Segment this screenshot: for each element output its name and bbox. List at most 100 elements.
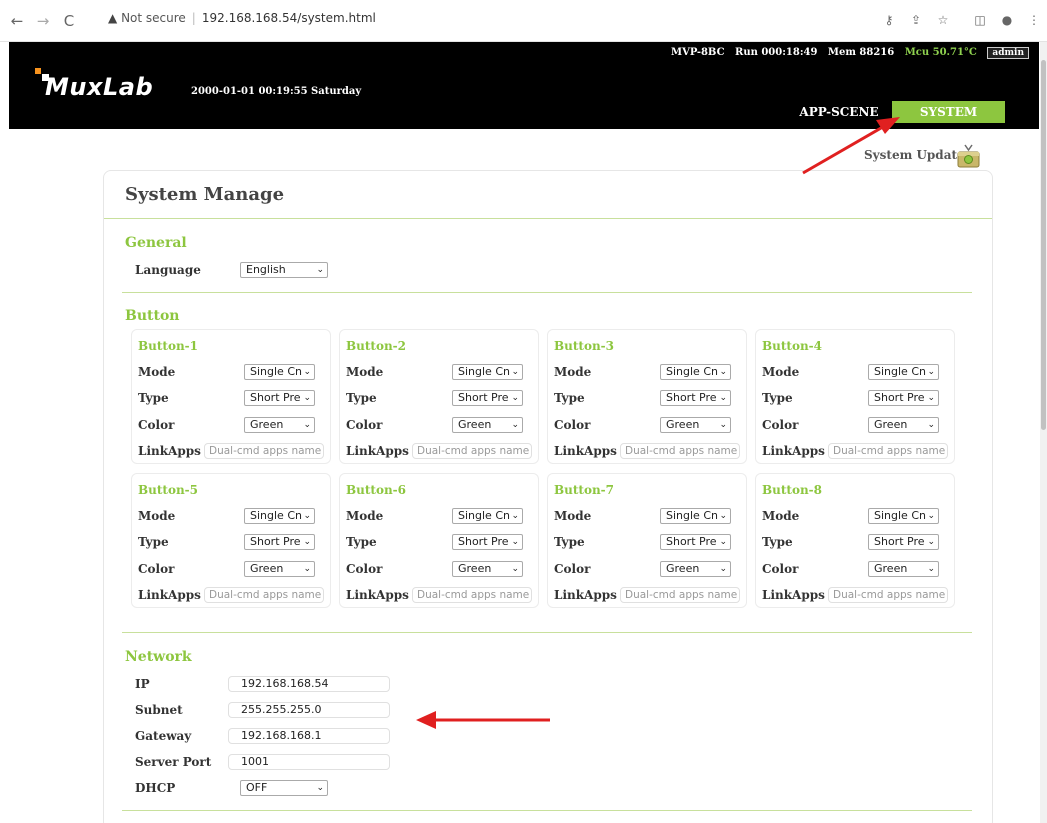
type-select[interactable]: Short Pre ⌄ xyxy=(244,534,315,550)
color-select[interactable]: Green ⌄ xyxy=(452,561,523,577)
mode-value: Single Cn xyxy=(250,509,302,522)
color-select[interactable]: Green ⌄ xyxy=(868,417,939,433)
address-bar[interactable]: ▲ Not secure | 192.168.168.54/system.html xyxy=(108,11,376,25)
language-label: Language xyxy=(135,263,201,277)
color-select[interactable]: Green ⌄ xyxy=(244,417,315,433)
page-title: System Manage xyxy=(125,184,285,205)
mode-select[interactable]: Single Cn ⌄ xyxy=(244,508,315,524)
linkapps-input[interactable]: Dual-cmd apps name xyxy=(828,587,948,603)
linkapps-input[interactable]: Dual-cmd apps name xyxy=(828,443,948,459)
muxlab-logo: MuxLab xyxy=(35,68,185,108)
network-divider xyxy=(122,810,972,811)
mode-select[interactable]: Single Cn ⌄ xyxy=(868,508,939,524)
menu-app-scene[interactable]: APP-SCENE xyxy=(789,101,889,123)
chevron-down-icon: ⌄ xyxy=(316,783,324,793)
language-select[interactable]: English ⌄ xyxy=(240,262,328,278)
linkapps-input[interactable]: Dual-cmd apps name xyxy=(204,443,324,459)
bookmark-star-icon[interactable]: ☆ xyxy=(935,13,951,27)
profile-icon[interactable]: ● xyxy=(999,13,1015,27)
chevron-down-icon: ⌄ xyxy=(927,367,935,377)
color-label: Color xyxy=(762,562,799,576)
app-header: MVP-8BC Run 000:18:49 Mem 88216 Mcu 50.7… xyxy=(9,42,1039,129)
type-value: Short Pre xyxy=(874,535,925,548)
type-select[interactable]: Short Pre ⌄ xyxy=(868,390,939,406)
menu-system[interactable]: SYSTEM xyxy=(892,101,1005,123)
user-badge[interactable]: admin xyxy=(987,47,1029,59)
subnet-input[interactable]: 255.255.255.0 xyxy=(228,702,390,718)
mode-select[interactable]: Single Cn ⌄ xyxy=(452,508,523,524)
scrollbar-thumb[interactable] xyxy=(1041,60,1046,430)
mode-value: Single Cn xyxy=(666,365,718,378)
server-port-label: Server Port xyxy=(135,755,212,769)
linkapps-input[interactable]: Dual-cmd apps name xyxy=(620,443,740,459)
type-select[interactable]: Short Pre ⌄ xyxy=(244,390,315,406)
button-card-title: Button-8 xyxy=(762,483,823,497)
button-card-title: Button-6 xyxy=(346,483,407,497)
chevron-down-icon: ⌄ xyxy=(927,537,935,547)
color-select[interactable]: Green ⌄ xyxy=(660,417,731,433)
forward-icon[interactable]: → xyxy=(34,12,52,30)
color-value: Green xyxy=(666,418,700,431)
color-select[interactable]: Green ⌄ xyxy=(660,561,731,577)
linkapps-input[interactable]: Dual-cmd apps name xyxy=(620,587,740,603)
color-label: Color xyxy=(138,562,175,576)
color-select[interactable]: Green ⌄ xyxy=(244,561,315,577)
status-bar: MVP-8BC Run 000:18:49 Mem 88216 Mcu 50.7… xyxy=(664,47,1029,59)
type-label: Type xyxy=(138,391,169,405)
general-divider xyxy=(122,292,972,293)
gateway-input[interactable]: 192.168.168.1 xyxy=(228,728,390,744)
sidepanel-icon[interactable]: ◫ xyxy=(972,13,988,27)
back-icon[interactable]: ← xyxy=(8,12,26,30)
chevron-down-icon: ⌄ xyxy=(303,367,311,377)
mode-label: Mode xyxy=(554,509,592,523)
linkapps-input[interactable]: Dual-cmd apps name xyxy=(412,443,532,459)
button-card-title: Button-2 xyxy=(346,339,407,353)
type-select[interactable]: Short Pre ⌄ xyxy=(868,534,939,550)
type-select[interactable]: Short Pre ⌄ xyxy=(452,390,523,406)
type-value: Short Pre xyxy=(874,391,925,404)
title-divider xyxy=(104,218,992,219)
color-value: Green xyxy=(250,418,284,431)
color-select[interactable]: Green ⌄ xyxy=(868,561,939,577)
chevron-down-icon: ⌄ xyxy=(303,511,311,521)
chevron-down-icon: ⌄ xyxy=(316,265,324,275)
mode-select[interactable]: Single Cn ⌄ xyxy=(660,364,731,380)
type-label: Type xyxy=(554,535,585,549)
more-menu-icon[interactable]: ⋮ xyxy=(1026,13,1042,27)
mode-value: Single Cn xyxy=(458,509,510,522)
button-card-title: Button-1 xyxy=(138,339,199,353)
server-port-input[interactable]: 1001 xyxy=(228,754,390,770)
color-value: Green xyxy=(458,418,492,431)
linkapps-input[interactable]: Dual-cmd apps name xyxy=(412,587,532,603)
update-package-icon[interactable] xyxy=(957,143,980,168)
mode-select[interactable]: Single Cn ⌄ xyxy=(452,364,523,380)
type-value: Short Pre xyxy=(458,391,509,404)
dhcp-select[interactable]: OFF ⌄ xyxy=(240,780,328,796)
mode-select[interactable]: Single Cn ⌄ xyxy=(244,364,315,380)
color-select[interactable]: Green ⌄ xyxy=(452,417,523,433)
mode-label: Mode xyxy=(346,509,384,523)
system-update-link[interactable]: System Update xyxy=(864,148,965,162)
button-card: Button-7 Mode Single Cn ⌄ Type Short Pre ⌄ Colo… xyxy=(547,473,747,608)
color-label: Color xyxy=(554,562,591,576)
button-card-title: Button-3 xyxy=(554,339,615,353)
share-icon[interactable]: ⇪ xyxy=(908,13,924,27)
color-value: Green xyxy=(666,562,700,575)
key-icon[interactable]: ⚷ xyxy=(881,13,897,27)
linkapps-label: LinkApps xyxy=(138,444,201,458)
type-value: Short Pre xyxy=(666,391,717,404)
type-label: Type xyxy=(762,391,793,405)
security-label: Not secure xyxy=(121,11,186,25)
mode-select[interactable]: Single Cn ⌄ xyxy=(868,364,939,380)
type-select[interactable]: Short Pre ⌄ xyxy=(660,390,731,406)
dhcp-label: DHCP xyxy=(135,781,176,795)
type-select[interactable]: Short Pre ⌄ xyxy=(452,534,523,550)
reload-icon[interactable]: C xyxy=(60,12,78,30)
mode-value: Single Cn xyxy=(874,365,926,378)
type-select[interactable]: Short Pre ⌄ xyxy=(660,534,731,550)
ip-input[interactable]: 192.168.168.54 xyxy=(228,676,390,692)
mode-select[interactable]: Single Cn ⌄ xyxy=(660,508,731,524)
color-value: Green xyxy=(250,562,284,575)
linkapps-input[interactable]: Dual-cmd apps name xyxy=(204,587,324,603)
chevron-down-icon: ⌄ xyxy=(719,537,727,547)
